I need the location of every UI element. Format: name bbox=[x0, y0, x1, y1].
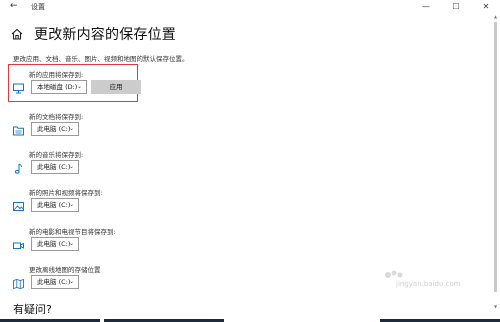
maps-location-dropdown[interactable]: 此电脑 (C:) ⌄ bbox=[31, 275, 79, 289]
dropdown-value: 此电脑 (C:) bbox=[37, 163, 71, 171]
dropdown-value: 此电脑 (C:) bbox=[37, 125, 71, 133]
setting-label: 新的照片和视频将保存到: bbox=[29, 189, 103, 197]
chevron-down-icon: ⌄ bbox=[68, 125, 74, 132]
scroll-up-icon[interactable]: ▲ bbox=[493, 14, 498, 19]
baidu-watermark: jingyan.baidu.com bbox=[382, 268, 494, 302]
photos-location-dropdown[interactable]: 此电脑 (C:) ⌄ bbox=[31, 198, 79, 212]
picture-icon bbox=[13, 202, 24, 211]
documents-location-dropdown[interactable]: 此电脑 (C:) ⌄ bbox=[31, 122, 79, 136]
close-icon[interactable]: ✕ bbox=[476, 1, 496, 13]
chevron-down-icon: ⌄ bbox=[68, 163, 74, 170]
setting-label: 新的应用将保存到: bbox=[29, 71, 84, 79]
minimize-icon[interactable]: — bbox=[416, 1, 436, 13]
movies-location-dropdown[interactable]: 此电脑 (C:) ⌄ bbox=[31, 237, 79, 251]
title-bar: ← 设置 — ☐ ✕ bbox=[0, 0, 500, 14]
dropdown-value: 此电脑 (C:) bbox=[37, 240, 71, 248]
music-location-dropdown[interactable]: 此电脑 (C:) ⌄ bbox=[31, 160, 79, 174]
home-icon bbox=[11, 28, 23, 40]
page-description: 更改应用、文档、音乐、图片、视频和地图的默认保存位置。 bbox=[13, 55, 189, 63]
taskbar-strip bbox=[0, 314, 500, 322]
setting-label: 新的文档将保存到: bbox=[29, 113, 84, 121]
scroll-down-icon[interactable]: ▼ bbox=[493, 304, 498, 309]
page-header: 更改新内容的保存位置 bbox=[10, 24, 176, 44]
chevron-down-icon: ⌄ bbox=[76, 83, 82, 90]
map-icon bbox=[13, 278, 24, 289]
back-arrow-icon[interactable]: ← bbox=[10, 1, 18, 11]
watermark-text: jingyan.baidu.com bbox=[396, 280, 461, 288]
setting-label: 新的电影和电视节目将保存到: bbox=[29, 228, 116, 236]
window-title: 设置 bbox=[31, 3, 45, 11]
apply-button[interactable]: 应用 bbox=[91, 80, 141, 94]
dropdown-value: 此电脑 (C:) bbox=[37, 201, 71, 209]
music-note-icon bbox=[14, 163, 22, 174]
setting-label: 更改离线地图的存储位置 bbox=[29, 266, 101, 274]
monitor-icon bbox=[13, 83, 24, 94]
scrollbar-thumb[interactable] bbox=[494, 22, 497, 292]
folder-icon bbox=[13, 126, 24, 136]
chevron-down-icon: ⌄ bbox=[68, 201, 74, 208]
video-camera-icon bbox=[13, 242, 24, 249]
page-title: 更改新内容的保存位置 bbox=[34, 27, 176, 43]
maximize-icon[interactable]: ☐ bbox=[446, 1, 466, 13]
apps-location-dropdown[interactable]: 本地磁盘 (D:) ⌄ bbox=[31, 80, 87, 94]
dropdown-value: 此电脑 (C:) bbox=[37, 278, 71, 286]
chevron-down-icon: ⌄ bbox=[68, 278, 74, 285]
chevron-down-icon: ⌄ bbox=[68, 240, 74, 247]
setting-label: 新的音乐将保存到: bbox=[29, 151, 84, 159]
dropdown-value: 本地磁盘 (D:) bbox=[37, 83, 78, 91]
